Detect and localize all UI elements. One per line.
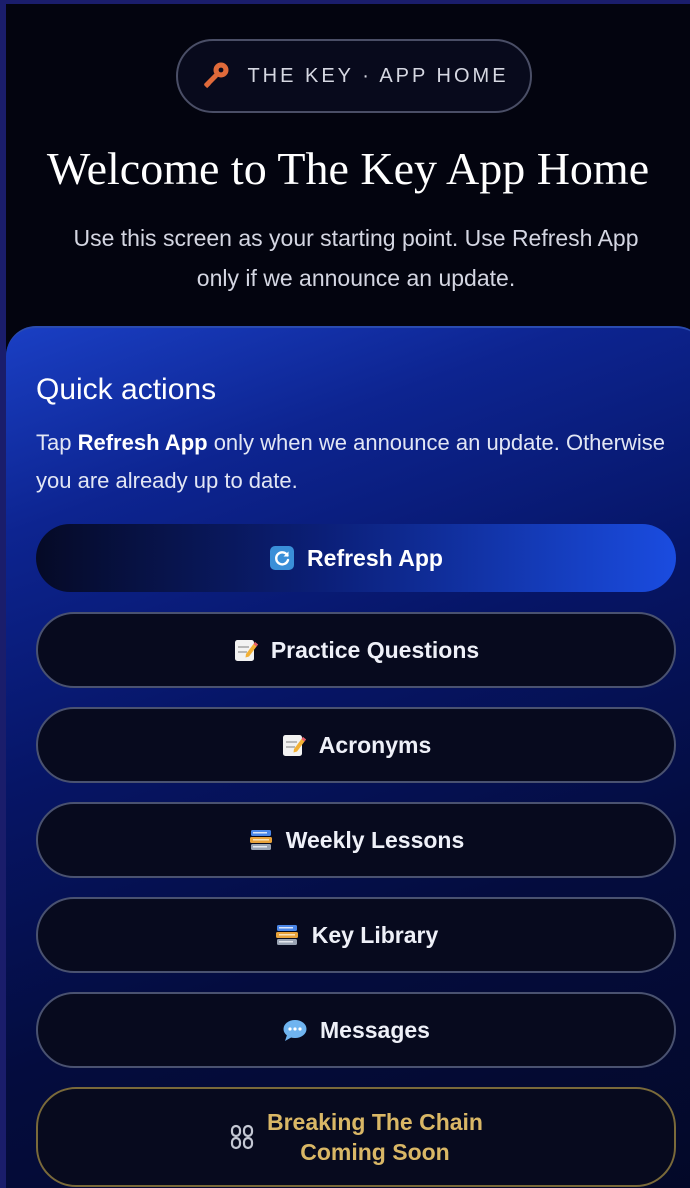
key-icon [204,62,229,89]
quick-actions-title: Quick actions [36,373,217,406]
chain-icon [230,1124,254,1150]
quick-actions-card: Quick actions Tap Refresh App only when … [6,326,690,1188]
badge-text: THE KEY · APP HOME [247,64,509,87]
breaking-the-chain-text: Breaking The Chain Coming Soon [267,1107,483,1167]
books-icon [249,830,272,850]
refresh-icon [270,546,295,570]
weekly-lessons-label: Weekly Lessons [285,826,465,853]
refresh-app-label: Refresh App [307,544,443,571]
app-screen: THE KEY · APP HOME Welcome to The Key Ap… [6,4,690,1188]
breaking-the-chain-label: Breaking The Chain [267,1109,483,1135]
memo-icon [282,735,306,756]
acronyms-label: Acronyms [318,731,432,758]
subtitle-line-1: Use this screen as your starting point. … [73,225,639,251]
coming-soon-label: Coming Soon [300,1139,450,1165]
page-title: Welcome to The Key App Home [46,143,650,194]
subtitle-line-2: only if we announce an update. [196,265,516,291]
desc-prefix: Tap [36,430,78,455]
breaking-the-chain-button[interactable]: Breaking The Chain Coming Soon [36,1087,676,1187]
speech-bubble-icon [283,1020,307,1041]
practice-questions-label: Practice Questions [270,636,480,663]
messages-button[interactable]: Messages [36,992,676,1068]
key-library-button[interactable]: Key Library [36,897,676,973]
quick-actions-description: Tap Refresh App only when we announce an… [36,424,676,500]
refresh-app-button[interactable]: Refresh App [36,524,676,592]
messages-label: Messages [320,1016,430,1043]
practice-questions-button[interactable]: Practice Questions [36,612,676,688]
books-icon [275,925,298,945]
app-home-badge: THE KEY · APP HOME [176,39,532,113]
desc-refresh-highlight: Refresh App [77,430,208,455]
key-library-label: Key Library [311,921,439,948]
weekly-lessons-button[interactable]: Weekly Lessons [36,802,676,878]
memo-icon [234,640,258,661]
page-subtitle: Use this screen as your starting point. … [6,218,690,298]
acronyms-button[interactable]: Acronyms [36,707,676,783]
